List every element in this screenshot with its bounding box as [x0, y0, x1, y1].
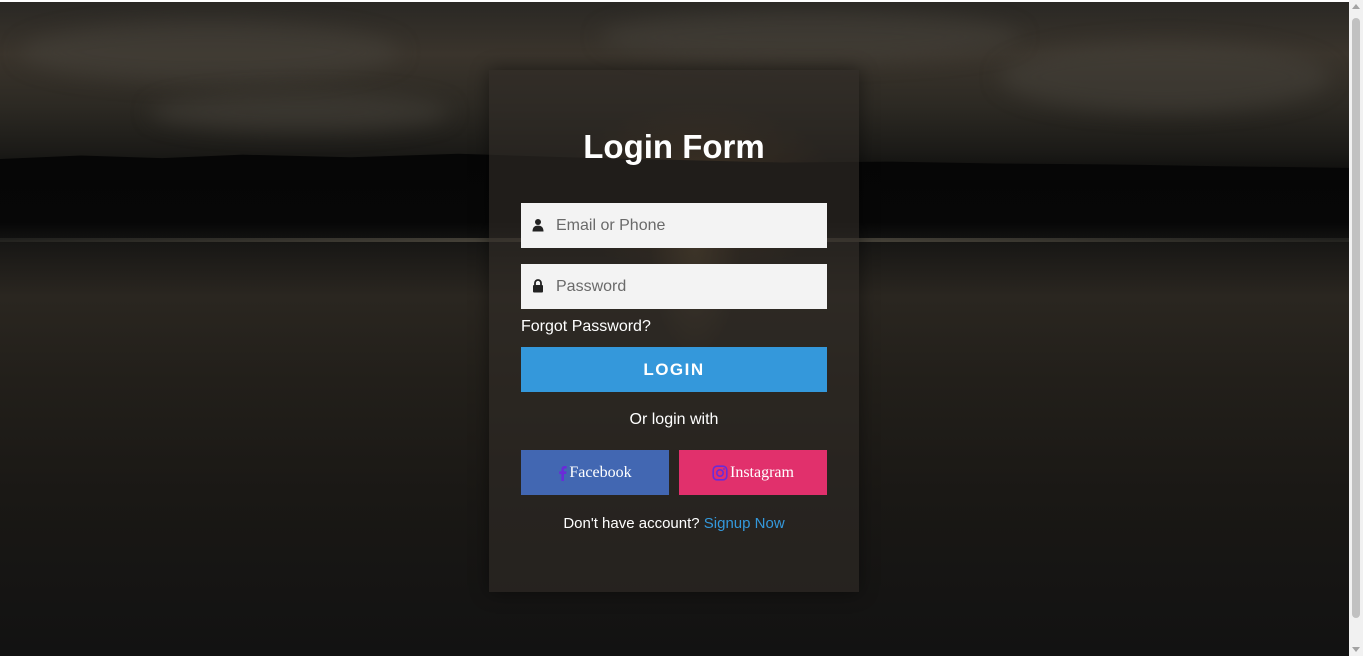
- scroll-down-arrow-icon[interactable]: [1352, 647, 1360, 652]
- email-input[interactable]: [556, 203, 816, 248]
- facebook-login-button[interactable]: Facebook: [521, 450, 669, 495]
- password-input[interactable]: [556, 264, 816, 309]
- signup-line: Don't have account? Signup Now: [489, 515, 859, 532]
- instagram-login-button[interactable]: Instagram: [679, 450, 827, 495]
- form-title: Login Form: [583, 128, 765, 165]
- email-field[interactable]: [521, 203, 827, 248]
- login-button[interactable]: LOGIN: [521, 347, 827, 392]
- no-account-text: Don't have account?: [563, 515, 700, 532]
- instagram-icon: [712, 464, 728, 481]
- facebook-icon: [559, 465, 568, 481]
- cloud: [1000, 42, 1330, 112]
- or-login-with-label: Or login with: [629, 411, 719, 428]
- password-field[interactable]: [521, 264, 827, 309]
- cloud: [150, 92, 450, 132]
- signup-link[interactable]: Signup Now: [704, 515, 785, 532]
- scroll-thumb[interactable]: [1352, 18, 1360, 618]
- viewport: Login Form Forgot Password? LOGIN Or log…: [0, 0, 1363, 656]
- scroll-up-arrow-icon[interactable]: [1352, 4, 1360, 9]
- cloud: [20, 22, 400, 82]
- instagram-label: Instagram: [730, 463, 794, 481]
- facebook-label: Facebook: [569, 463, 632, 481]
- cloud: [600, 12, 1020, 62]
- user-icon: [532, 219, 544, 232]
- lock-icon: [533, 279, 543, 293]
- login-card: Login Form Forgot Password? LOGIN Or log…: [489, 70, 859, 592]
- vertical-scrollbar[interactable]: [1349, 0, 1363, 656]
- forgot-password-link[interactable]: Forgot Password?: [521, 318, 651, 336]
